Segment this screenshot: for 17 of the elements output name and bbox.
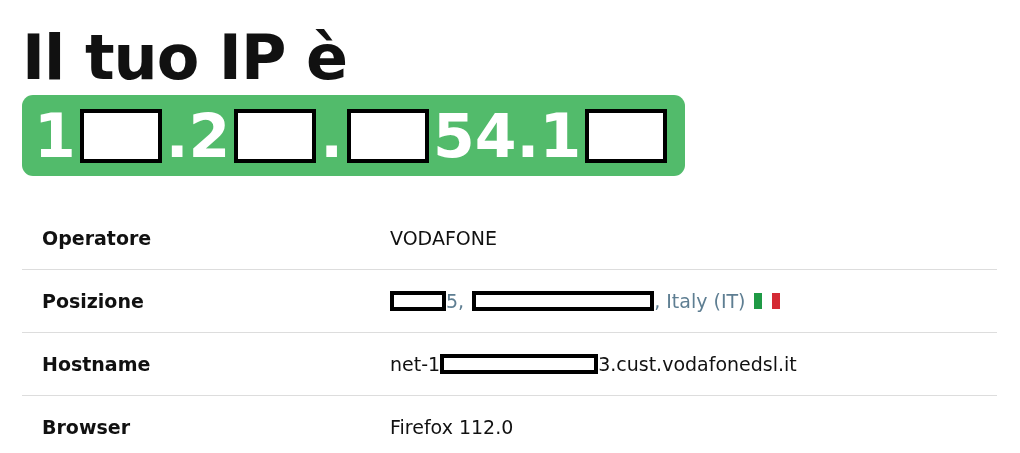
flag-icon bbox=[753, 293, 780, 309]
ip-fragment: .2 bbox=[165, 105, 231, 166]
row-value: 3.cust.vodafonedsl.it bbox=[598, 353, 797, 375]
row-label: Hostname bbox=[41, 353, 152, 375]
page-heading: Il tuo IP è bbox=[22, 26, 348, 90]
row-label: Browser bbox=[41, 416, 132, 438]
ip-fragment: . bbox=[320, 105, 344, 166]
ip-fragment: 1 bbox=[34, 105, 76, 166]
row-label: Operatore bbox=[41, 227, 153, 249]
ip-fragment: 54.1 bbox=[433, 105, 582, 166]
row-value: Firefox 112.0 bbox=[390, 416, 514, 438]
row-value: 5, bbox=[446, 290, 465, 312]
row-value: net-1 bbox=[390, 353, 441, 375]
row-value: VODAFONE bbox=[390, 227, 497, 249]
row-value: , Italy (IT) bbox=[654, 290, 746, 312]
row-label: Posizione bbox=[41, 290, 145, 312]
redaction-box bbox=[390, 291, 446, 311]
